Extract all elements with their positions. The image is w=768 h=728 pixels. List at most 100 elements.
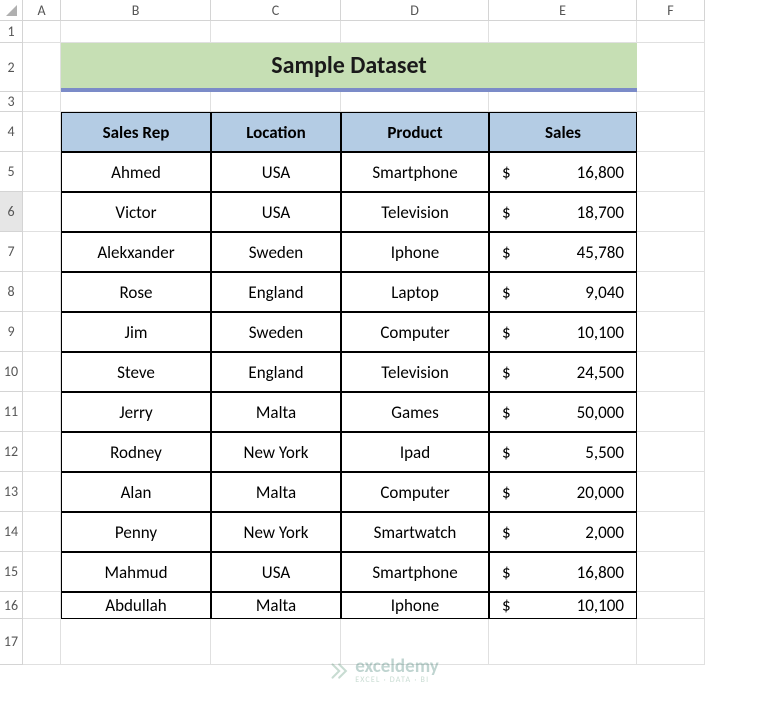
col-head-F[interactable]: F: [637, 0, 705, 21]
cell[interactable]: [23, 43, 61, 92]
table-cell-loc[interactable]: Sweden: [211, 312, 341, 352]
cell[interactable]: [23, 432, 61, 472]
row-head-10[interactable]: 10: [0, 352, 23, 392]
table-cell-loc[interactable]: Malta: [211, 472, 341, 512]
cell[interactable]: [637, 21, 705, 43]
cell[interactable]: [637, 552, 705, 592]
table-cell-sales[interactable]: $20,000: [489, 472, 637, 512]
cell[interactable]: [211, 92, 341, 112]
table-cell-prod[interactable]: Television: [341, 352, 489, 392]
cell[interactable]: [637, 592, 705, 619]
table-cell-prod[interactable]: Iphone: [341, 592, 489, 619]
table-cell-sales[interactable]: $16,800: [489, 152, 637, 192]
table-cell-prod[interactable]: Computer: [341, 472, 489, 512]
cell[interactable]: [637, 43, 705, 92]
col-head-C[interactable]: C: [211, 0, 341, 21]
table-cell-loc[interactable]: USA: [211, 152, 341, 192]
table-cell-rep[interactable]: Victor: [61, 192, 211, 232]
table-cell-prod[interactable]: Smartphone: [341, 552, 489, 592]
col-head-B[interactable]: B: [61, 0, 211, 21]
col-head-E[interactable]: E: [489, 0, 637, 21]
cell[interactable]: [23, 272, 61, 312]
table-cell-rep[interactable]: Jim: [61, 312, 211, 352]
table-cell-loc[interactable]: New York: [211, 512, 341, 552]
col-head-A[interactable]: A: [23, 0, 61, 21]
row-head-8[interactable]: 8: [0, 272, 23, 312]
row-head-2[interactable]: 2: [0, 43, 23, 92]
cell[interactable]: [637, 352, 705, 392]
table-cell-rep[interactable]: Jerry: [61, 392, 211, 432]
row-head-12[interactable]: 12: [0, 432, 23, 472]
cell[interactable]: [489, 21, 637, 43]
cell[interactable]: [23, 312, 61, 352]
table-cell-rep[interactable]: Rodney: [61, 432, 211, 472]
cell[interactable]: [23, 21, 61, 43]
table-cell-rep[interactable]: Mahmud: [61, 552, 211, 592]
table-cell-sales[interactable]: $24,500: [489, 352, 637, 392]
cell[interactable]: [341, 92, 489, 112]
select-all-corner[interactable]: [0, 0, 23, 21]
table-cell-rep[interactable]: Alekxander: [61, 232, 211, 272]
table-cell-loc[interactable]: Malta: [211, 592, 341, 619]
cell[interactable]: [637, 472, 705, 512]
row-head-16[interactable]: 16: [0, 592, 23, 619]
cell[interactable]: [23, 92, 61, 112]
cell[interactable]: [489, 619, 637, 665]
cell[interactable]: [23, 112, 61, 152]
cell[interactable]: [23, 512, 61, 552]
cell[interactable]: [23, 619, 61, 665]
table-cell-loc[interactable]: England: [211, 272, 341, 312]
row-head-5[interactable]: 5: [0, 152, 23, 192]
row-head-7[interactable]: 7: [0, 232, 23, 272]
table-cell-prod[interactable]: Ipad: [341, 432, 489, 472]
table-cell-loc[interactable]: England: [211, 352, 341, 392]
table-cell-loc[interactable]: New York: [211, 432, 341, 472]
row-head-6[interactable]: 6: [0, 192, 23, 232]
cell[interactable]: [23, 472, 61, 512]
table-cell-sales[interactable]: $18,700: [489, 192, 637, 232]
table-cell-loc[interactable]: Malta: [211, 392, 341, 432]
table-cell-rep[interactable]: Ahmed: [61, 152, 211, 192]
cell[interactable]: [23, 592, 61, 619]
row-head-4[interactable]: 4: [0, 112, 23, 152]
cell[interactable]: [341, 21, 489, 43]
table-cell-loc[interactable]: USA: [211, 192, 341, 232]
table-cell-prod[interactable]: Smartwatch: [341, 512, 489, 552]
table-cell-sales[interactable]: $5,500: [489, 432, 637, 472]
cell[interactable]: [637, 432, 705, 472]
table-cell-prod[interactable]: Smartphone: [341, 152, 489, 192]
cell[interactable]: [23, 552, 61, 592]
col-head-D[interactable]: D: [341, 0, 489, 21]
cell[interactable]: [637, 232, 705, 272]
table-cell-prod[interactable]: Games: [341, 392, 489, 432]
cell[interactable]: [637, 392, 705, 432]
cell[interactable]: [637, 112, 705, 152]
table-cell-sales[interactable]: $10,100: [489, 312, 637, 352]
row-head-15[interactable]: 15: [0, 552, 23, 592]
table-cell-sales[interactable]: $16,800: [489, 552, 637, 592]
table-cell-prod[interactable]: Television: [341, 192, 489, 232]
table-cell-loc[interactable]: USA: [211, 552, 341, 592]
cell[interactable]: [211, 21, 341, 43]
cell[interactable]: [637, 512, 705, 552]
cell[interactable]: [23, 232, 61, 272]
cell[interactable]: [637, 152, 705, 192]
row-head-17[interactable]: 17: [0, 619, 23, 665]
table-cell-prod[interactable]: Laptop: [341, 272, 489, 312]
cell[interactable]: [61, 619, 211, 665]
table-cell-prod[interactable]: Iphone: [341, 232, 489, 272]
row-head-14[interactable]: 14: [0, 512, 23, 552]
row-head-3[interactable]: 3: [0, 92, 23, 112]
row-head-11[interactable]: 11: [0, 392, 23, 432]
cell[interactable]: [637, 312, 705, 352]
cell[interactable]: [637, 192, 705, 232]
table-cell-rep[interactable]: Rose: [61, 272, 211, 312]
row-head-9[interactable]: 9: [0, 312, 23, 352]
table-cell-prod[interactable]: Computer: [341, 312, 489, 352]
cell[interactable]: [23, 392, 61, 432]
cell[interactable]: [637, 619, 705, 665]
table-cell-rep[interactable]: Abdullah: [61, 592, 211, 619]
table-cell-sales[interactable]: $10,100: [489, 592, 637, 619]
cell[interactable]: [637, 272, 705, 312]
cell[interactable]: [637, 92, 705, 112]
